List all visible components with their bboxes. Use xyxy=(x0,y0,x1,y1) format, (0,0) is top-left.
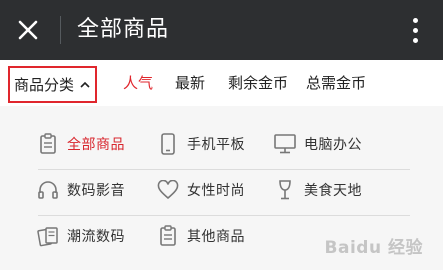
filter-bar: 商品分类 人气 最新 剩余金币 总需金币 xyxy=(0,60,443,106)
category-label: 数码影音 xyxy=(67,183,125,199)
top-bar: 全部商品 xyxy=(0,0,443,60)
more-menu-button[interactable] xyxy=(401,12,429,48)
tab-newest[interactable]: 最新 xyxy=(175,72,205,94)
category-toggle-label: 商品分类 xyxy=(13,76,74,94)
baidu-watermark: Baidu 经验 xyxy=(324,238,423,258)
heart-icon xyxy=(156,178,180,202)
page-title: 全部商品 xyxy=(77,17,170,42)
category-computers-office[interactable]: 电脑办公 xyxy=(273,124,362,164)
clipboard-icon xyxy=(156,224,180,248)
category-all-products[interactable]: 全部商品 xyxy=(36,124,125,164)
clipboard-icon xyxy=(36,132,60,156)
category-label: 潮流数码 xyxy=(67,229,125,245)
more-dot-icon xyxy=(412,27,418,33)
phone-icon xyxy=(156,132,180,156)
close-icon xyxy=(18,20,38,40)
category-label: 美食天地 xyxy=(304,183,362,199)
more-dot-icon xyxy=(412,37,418,43)
category-digital-av[interactable]: 数码影音 xyxy=(36,170,125,210)
close-button[interactable] xyxy=(10,12,46,48)
category-label: 其他商品 xyxy=(187,229,245,245)
category-trendy-digital[interactable]: 潮流数码 xyxy=(36,216,125,256)
category-food[interactable]: 美食天地 xyxy=(273,170,362,210)
category-phones-tablets[interactable]: 手机平板 xyxy=(156,124,245,164)
category-toggle-button[interactable]: 商品分类 xyxy=(8,66,97,103)
headphones-icon xyxy=(36,178,60,202)
monitor-icon xyxy=(273,132,297,156)
gadgets-icon xyxy=(36,224,60,248)
chevron-up-icon xyxy=(80,81,90,88)
more-dot-icon xyxy=(412,17,418,23)
tab-popularity[interactable]: 人气 xyxy=(123,72,153,94)
category-other-products[interactable]: 其他商品 xyxy=(156,216,245,256)
tab-total-coins[interactable]: 总需金币 xyxy=(306,72,366,94)
category-panel: 全部商品 手机平板 电脑办公 数码影音 女性时尚 美食天地 潮流数码 其他商品 … xyxy=(0,106,443,270)
header-divider xyxy=(60,16,61,44)
category-label: 女性时尚 xyxy=(187,183,245,199)
category-label: 全部商品 xyxy=(67,137,125,153)
category-womens-fashion[interactable]: 女性时尚 xyxy=(156,170,245,210)
category-label: 电脑办公 xyxy=(304,137,362,153)
wine-glass-icon xyxy=(273,178,297,202)
tab-remaining-coins[interactable]: 剩余金币 xyxy=(228,72,288,94)
category-label: 手机平板 xyxy=(187,137,245,153)
